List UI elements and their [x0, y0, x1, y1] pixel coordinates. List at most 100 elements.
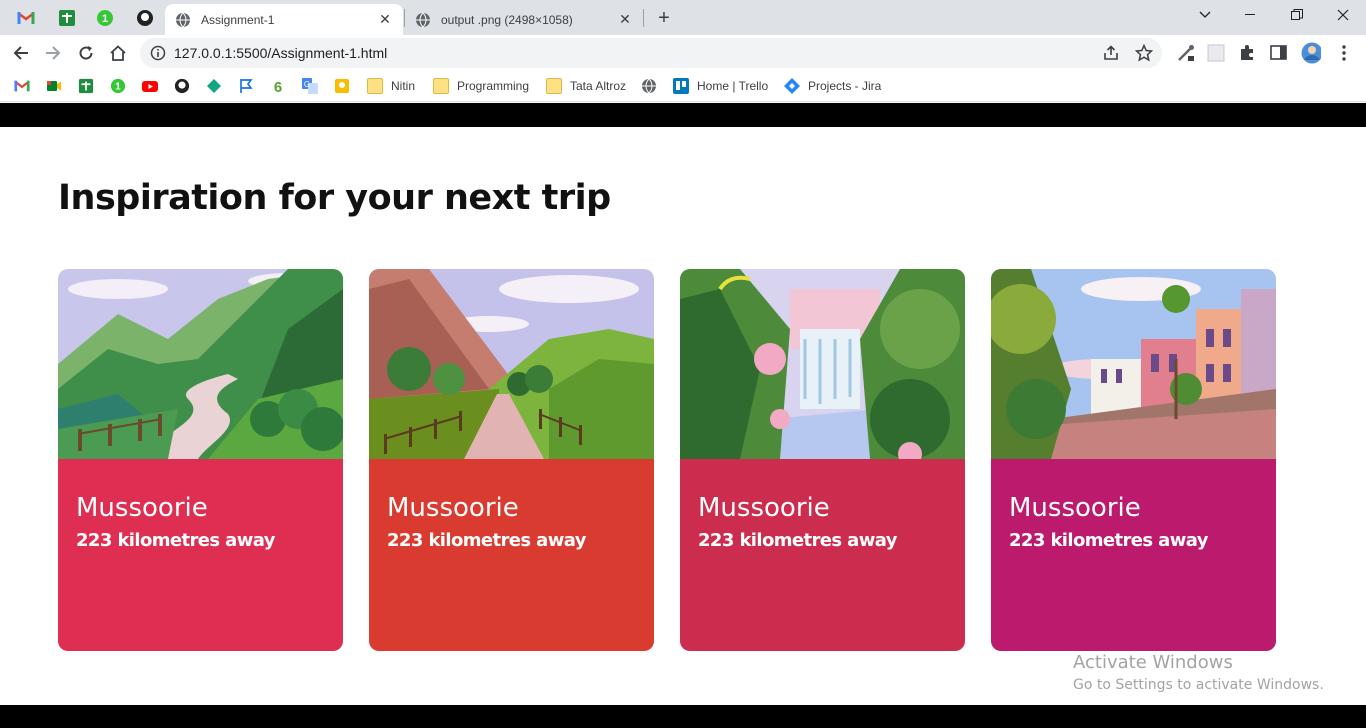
- bookmark-label: Home | Trello: [697, 79, 769, 93]
- address-bar[interactable]: 127.0.0.1:5500/Assignment-1.html: [140, 38, 1162, 68]
- card-body: Mussoorie 223 kilometres away: [58, 459, 343, 651]
- card-city: Mussoorie: [1009, 493, 1141, 523]
- browser-toolbar: 127.0.0.1:5500/Assignment-1.html: [0, 35, 1366, 70]
- jira-icon: [784, 78, 800, 94]
- side-panel-icon[interactable]: [1269, 43, 1289, 63]
- bookmarks-bar: 1 6 G Nitin Programming Tata Altroz Home…: [0, 70, 1366, 102]
- bookmark-gmail[interactable]: [14, 76, 30, 96]
- close-icon[interactable]: ✕: [377, 11, 393, 28]
- home-icon[interactable]: [104, 39, 132, 67]
- bookmark-green-six[interactable]: 6: [270, 76, 286, 96]
- github-icon: [174, 78, 190, 94]
- bookmark-meet[interactable]: [46, 76, 62, 96]
- card-city: Mussoorie: [698, 493, 830, 523]
- meet-icon: [47, 81, 61, 91]
- bookmark-translate[interactable]: G: [302, 76, 318, 96]
- tab-title: Assignment-1: [201, 12, 275, 27]
- trip-card[interactable]: Mussoorie 223 kilometres away: [680, 269, 965, 651]
- share-icon[interactable]: [1102, 44, 1120, 62]
- flag-icon: [240, 79, 253, 93]
- chevron-down-icon[interactable]: [1182, 0, 1228, 30]
- bookmark-youtube[interactable]: [142, 76, 158, 96]
- card-distance: 223 kilometres away: [1009, 530, 1208, 551]
- gmail-icon: [14, 80, 30, 92]
- bookmark-sheets[interactable]: [78, 76, 94, 96]
- watermark-title: Activate Windows: [1073, 652, 1233, 673]
- page-bottom-bar: [0, 705, 1366, 728]
- tab-output-png[interactable]: output .png (2498×1058) ✕: [405, 4, 643, 35]
- bookmark-label: Programming: [457, 79, 530, 93]
- page-title: Inspiration for your next trip: [58, 178, 611, 218]
- card-distance: 223 kilometres away: [698, 530, 897, 551]
- card-image: [991, 269, 1276, 459]
- trip-card[interactable]: Mussoorie 223 kilometres away: [991, 269, 1276, 651]
- page-top-bar: [0, 103, 1366, 127]
- bookmark-flag[interactable]: [238, 76, 254, 96]
- bookmark-programming[interactable]: Programming: [433, 76, 529, 96]
- extension-box-icon[interactable]: [1206, 43, 1226, 63]
- bookmark-counter[interactable]: 1: [110, 76, 126, 96]
- tab-assignment[interactable]: Assignment-1 ✕: [165, 4, 403, 35]
- minimize-button[interactable]: [1228, 0, 1274, 30]
- puzzle-icon[interactable]: [1237, 43, 1257, 63]
- close-icon[interactable]: ✕: [617, 11, 633, 28]
- back-icon[interactable]: [7, 39, 35, 67]
- keep-icon: [335, 79, 349, 93]
- avatar[interactable]: [1301, 42, 1321, 64]
- bookmark-github[interactable]: [174, 76, 190, 96]
- extension-pen-icon[interactable]: [1176, 43, 1196, 63]
- reload-icon[interactable]: [72, 39, 100, 67]
- counter-icon[interactable]: 1: [93, 6, 117, 30]
- card-body: Mussoorie 223 kilometres away: [991, 459, 1276, 651]
- translate-icon: G: [302, 78, 318, 94]
- diamond-icon: [207, 79, 221, 93]
- card-city: Mussoorie: [387, 493, 519, 523]
- svg-text:1: 1: [115, 82, 121, 93]
- card-distance: 223 kilometres away: [76, 530, 275, 551]
- new-tab-button[interactable]: +: [652, 6, 676, 30]
- globe-icon: [642, 78, 656, 94]
- info-icon[interactable]: [150, 45, 166, 61]
- github-icon[interactable]: [133, 6, 157, 30]
- bookmark-nitin[interactable]: Nitin: [367, 76, 415, 96]
- card-image: [58, 269, 343, 459]
- tab-strip: 1 Assignment-1 ✕ output .png (2498×1058)…: [0, 0, 1366, 35]
- bookmark-tata-altroz[interactable]: Tata Altroz: [546, 76, 626, 96]
- svg-text:G: G: [304, 80, 310, 89]
- folder-icon: [367, 78, 383, 94]
- bookmark-keep[interactable]: [334, 76, 350, 96]
- card-body: Mussoorie 223 kilometres away: [680, 459, 965, 651]
- bookmark-trello[interactable]: Home | Trello: [673, 76, 768, 96]
- six-icon: 6: [274, 79, 282, 94]
- bookmark-diamond[interactable]: [206, 76, 222, 96]
- youtube-icon: [142, 81, 158, 92]
- star-icon[interactable]: [1135, 44, 1153, 62]
- activate-windows-watermark: Activate Windows Go to Settings to activ…: [1073, 652, 1324, 693]
- globe-icon: [416, 12, 430, 27]
- gmail-icon[interactable]: [14, 6, 38, 30]
- bookmark-globe[interactable]: [641, 76, 657, 96]
- bookmark-jira[interactable]: Projects - Jira: [784, 76, 881, 96]
- card-image: [369, 269, 654, 459]
- bookmark-label: Nitin: [391, 79, 416, 93]
- globe-icon: [176, 12, 190, 27]
- watermark-subtitle: Go to Settings to activate Windows.: [1073, 677, 1324, 693]
- sheets-icon: [78, 78, 94, 94]
- close-window-button[interactable]: [1320, 0, 1366, 30]
- forward-icon[interactable]: [39, 39, 67, 67]
- url-text[interactable]: 127.0.0.1:5500/Assignment-1.html: [174, 45, 387, 61]
- svg-text:1: 1: [102, 13, 108, 25]
- card-city: Mussoorie: [76, 493, 208, 523]
- counter-icon: 1: [110, 78, 126, 94]
- bookmark-label: Projects - Jira: [808, 79, 882, 93]
- trip-card[interactable]: Mussoorie 223 kilometres away: [369, 269, 654, 651]
- tab-title: output .png (2498×1058): [441, 12, 573, 27]
- trello-icon: [673, 78, 689, 94]
- restore-button[interactable]: [1274, 0, 1320, 30]
- sheets-icon[interactable]: [55, 6, 79, 30]
- card-image: [680, 269, 965, 459]
- card-body: Mussoorie 223 kilometres away: [369, 459, 654, 651]
- svg-text:6: 6: [274, 79, 282, 94]
- trip-card[interactable]: Mussoorie 223 kilometres away: [58, 269, 343, 651]
- menu-dots-icon[interactable]: [1334, 43, 1354, 63]
